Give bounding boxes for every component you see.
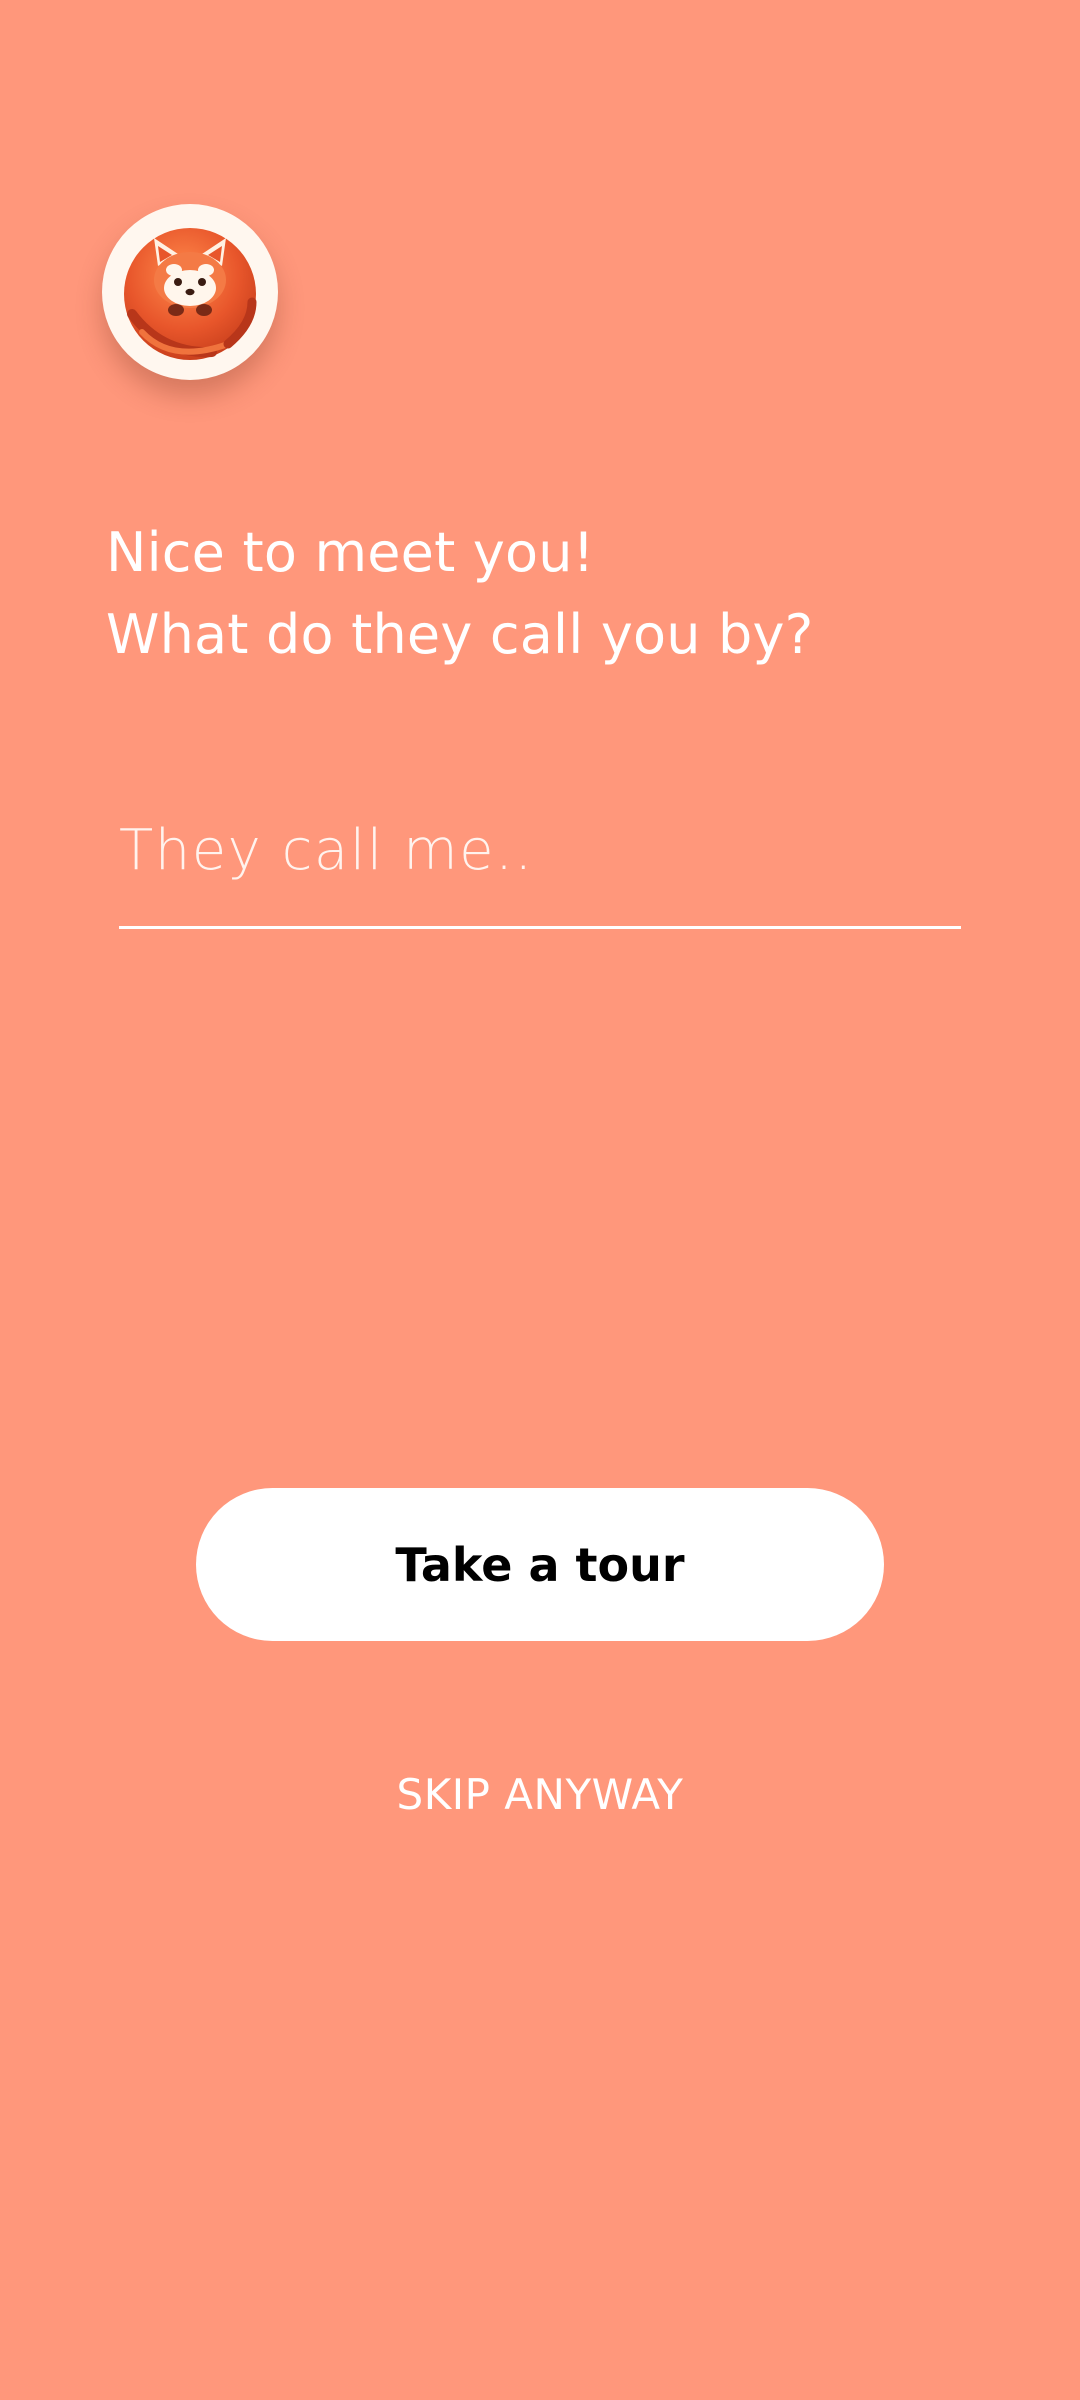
red-panda-icon bbox=[124, 228, 257, 360]
skip-anyway-link[interactable]: SKIP ANYWAY bbox=[0, 1770, 1080, 1819]
greeting-line-1: Nice to meet you! bbox=[106, 521, 595, 584]
app-logo bbox=[102, 204, 278, 380]
greeting-line-2: What do they call you by? bbox=[106, 603, 814, 666]
greeting-heading: Nice to meet you! What do they call you … bbox=[106, 512, 814, 676]
take-a-tour-button[interactable]: Take a tour bbox=[196, 1488, 884, 1641]
name-input[interactable] bbox=[119, 800, 961, 900]
name-field bbox=[119, 800, 961, 929]
name-input-underline bbox=[119, 926, 961, 929]
